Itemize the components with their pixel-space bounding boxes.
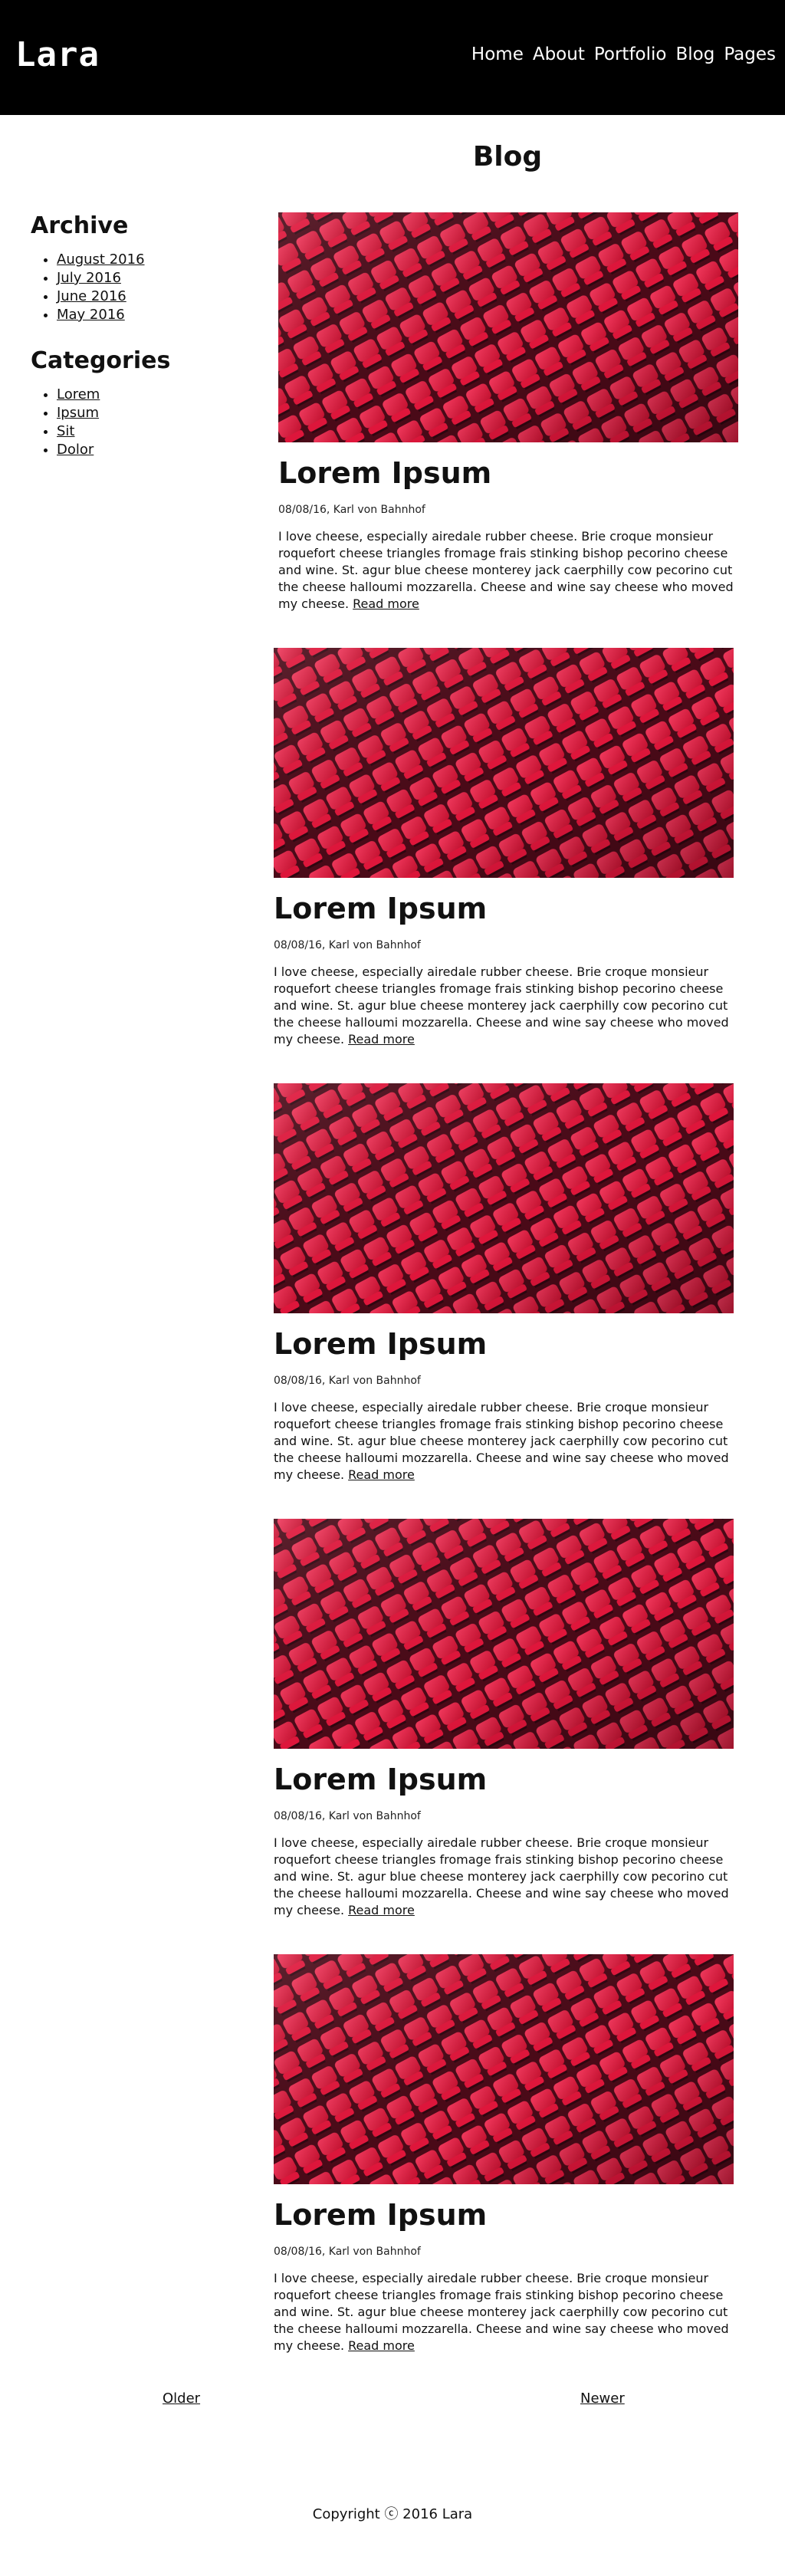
post-title[interactable]: Lorem Ipsum — [274, 1326, 734, 1362]
newer-posts-link[interactable]: Newer — [580, 2390, 625, 2408]
post-excerpt: I love cheese, especially airedale rubbe… — [274, 2270, 734, 2354]
site-logo[interactable]: Lara — [15, 35, 100, 75]
archive-item: May 2016 — [57, 306, 230, 324]
blog-post: Lorem Ipsum 08/08/16, Karl von Bahnhof I… — [278, 212, 738, 613]
post-excerpt: I love cheese, especially airedale rubbe… — [274, 1835, 734, 1919]
archive-heading: Archive — [31, 212, 129, 239]
categories-list: Lorem Ipsum Sit Dolor — [31, 386, 230, 459]
blog-post: Lorem Ipsum 08/08/16, Karl von Bahnhof I… — [274, 1954, 734, 2354]
nav-blog[interactable]: Blog — [675, 43, 714, 66]
read-more-link[interactable]: Read more — [348, 1467, 415, 1482]
main-nav: Home About Portfolio Blog Pages — [471, 43, 776, 66]
blog-post: Lorem Ipsum 08/08/16, Karl von Bahnhof I… — [274, 648, 734, 1048]
nav-home[interactable]: Home — [471, 43, 524, 66]
copyright-text: Copyright ⓒ 2016 Lara — [312, 2506, 473, 2522]
category-item: Ipsum — [57, 404, 230, 422]
nav-about[interactable]: About — [533, 43, 585, 66]
post-title[interactable]: Lorem Ipsum — [274, 890, 734, 927]
category-item: Dolor — [57, 441, 230, 459]
category-link-sit[interactable]: Sit — [57, 423, 74, 439]
post-excerpt: I love cheese, especially airedale rubbe… — [274, 1399, 734, 1484]
older-posts-link[interactable]: Older — [163, 2390, 200, 2408]
site-footer: Copyright ⓒ 2016 Lara — [0, 2505, 785, 2524]
post-image[interactable] — [278, 212, 738, 442]
archive-link-may-2016[interactable]: May 2016 — [57, 307, 125, 323]
read-more-link[interactable]: Read more — [348, 1032, 415, 1046]
post-meta: 08/08/16, Karl von Bahnhof — [274, 1375, 421, 1387]
blog-post: Lorem Ipsum 08/08/16, Karl von Bahnhof I… — [274, 1519, 734, 1919]
post-excerpt: I love cheese, especially airedale rubbe… — [274, 964, 734, 1048]
post-meta: 08/08/16, Karl von Bahnhof — [278, 504, 425, 516]
category-link-lorem[interactable]: Lorem — [57, 386, 100, 402]
archive-link-june-2016[interactable]: June 2016 — [57, 288, 126, 304]
category-item: Lorem — [57, 386, 230, 404]
category-link-dolor[interactable]: Dolor — [57, 442, 94, 458]
sidebar: Archive August 2016 July 2016 June 2016 … — [31, 211, 230, 481]
read-more-link[interactable]: Read more — [353, 596, 419, 611]
page-title: Blog — [472, 141, 543, 172]
archive-list: August 2016 July 2016 June 2016 May 2016 — [31, 251, 230, 324]
nav-pages[interactable]: Pages — [724, 43, 776, 66]
post-title[interactable]: Lorem Ipsum — [274, 2196, 734, 2233]
post-excerpt-text: I love cheese, especially airedale rubbe… — [274, 1400, 729, 1482]
post-meta: 08/08/16, Karl von Bahnhof — [274, 939, 421, 951]
category-item: Sit — [57, 422, 230, 441]
blog-post: Lorem Ipsum 08/08/16, Karl von Bahnhof I… — [274, 1083, 734, 1484]
post-excerpt-text: I love cheese, especially airedale rubbe… — [274, 1835, 729, 1917]
post-image[interactable] — [274, 648, 734, 878]
nav-portfolio[interactable]: Portfolio — [594, 43, 667, 66]
post-excerpt-text: I love cheese, especially airedale rubbe… — [274, 2271, 729, 2353]
archive-item: August 2016 — [57, 251, 230, 269]
post-image[interactable] — [274, 1083, 734, 1313]
archive-link-july-2016[interactable]: July 2016 — [57, 270, 121, 286]
read-more-link[interactable]: Read more — [348, 2338, 415, 2353]
post-title[interactable]: Lorem Ipsum — [274, 1761, 734, 1798]
post-image[interactable] — [274, 1954, 734, 2184]
categories-heading: Categories — [31, 347, 171, 374]
read-more-link[interactable]: Read more — [348, 1903, 415, 1917]
site-header: Lara Home About Portfolio Blog Pages — [0, 0, 785, 115]
archive-item: June 2016 — [57, 288, 230, 306]
archive-link-august-2016[interactable]: August 2016 — [57, 251, 145, 268]
archive-item: July 2016 — [57, 269, 230, 288]
post-excerpt-text: I love cheese, especially airedale rubbe… — [274, 964, 729, 1046]
post-excerpt: I love cheese, especially airedale rubbe… — [278, 528, 738, 613]
post-title[interactable]: Lorem Ipsum — [278, 455, 738, 491]
post-image[interactable] — [274, 1519, 734, 1749]
post-meta: 08/08/16, Karl von Bahnhof — [274, 1810, 421, 1822]
post-excerpt-text: I love cheese, especially airedale rubbe… — [278, 529, 734, 611]
post-meta: 08/08/16, Karl von Bahnhof — [274, 2246, 421, 2258]
category-link-ipsum[interactable]: Ipsum — [57, 405, 99, 421]
